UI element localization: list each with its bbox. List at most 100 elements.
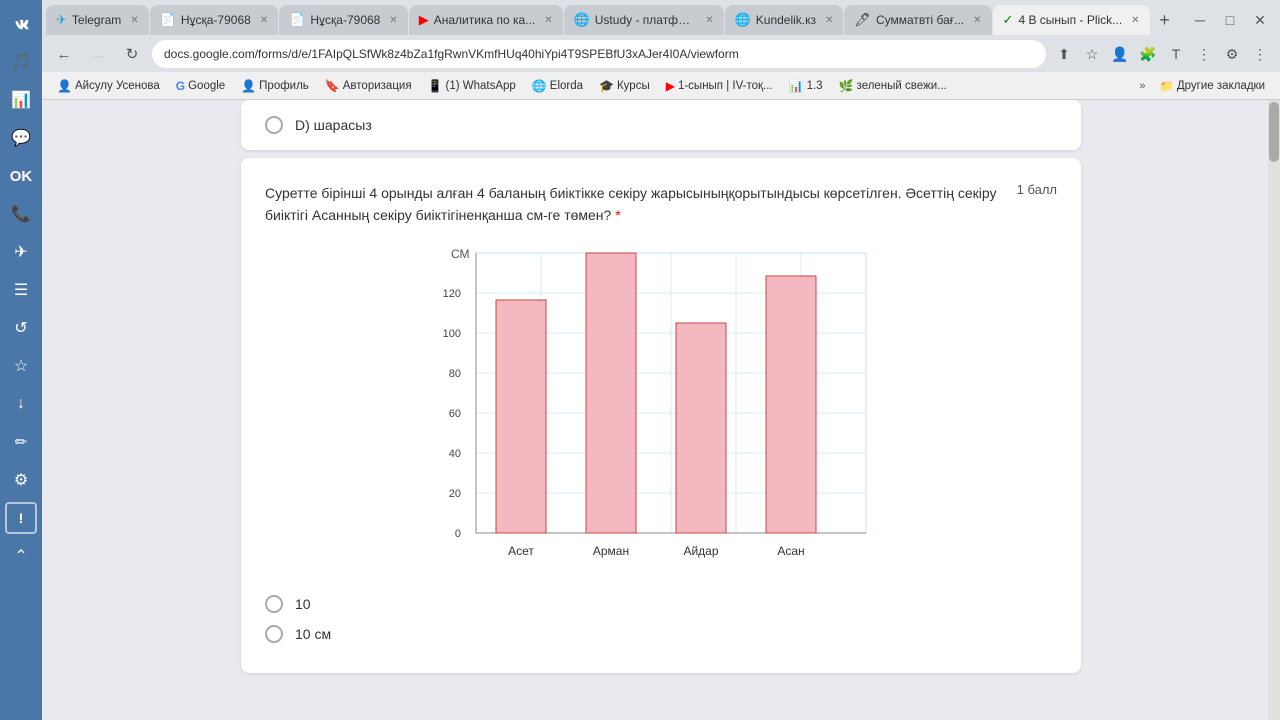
tab-analytics-close[interactable]: ✕: [544, 15, 552, 26]
bookmark-authorization[interactable]: 🔖 Авторизация: [318, 77, 419, 95]
sidebar-vk-icon[interactable]: [5, 8, 37, 40]
bookmark-google[interactable]: G Google: [169, 77, 232, 95]
tab-active-close[interactable]: ✕: [1131, 15, 1139, 26]
tab-telegram-label: Telegram: [72, 13, 121, 27]
profile-icon[interactable]: 👤: [1108, 42, 1132, 66]
bookmark-13-label: 1.3: [807, 80, 823, 92]
option-d-radio[interactable]: [265, 116, 283, 134]
sidebar-warn-icon[interactable]: !: [5, 502, 37, 534]
nuska1-tab-icon: 📄: [160, 12, 176, 28]
question-header: Суретте бірінші 4 орынды алған 4 баланың…: [265, 182, 1057, 227]
tab-summative[interactable]: 🖊 Сумматвті бағ... ✕: [844, 5, 991, 35]
sidebar-ok-icon[interactable]: OK: [5, 160, 37, 192]
svg-text:0: 0: [455, 528, 461, 540]
svg-text:60: 60: [449, 408, 461, 420]
tab-active[interactable]: ✓ 4 В сынып - Plick... ✕: [993, 5, 1150, 35]
menu-icon[interactable]: ⋮: [1248, 42, 1272, 66]
summative-tab-icon: 🖊: [854, 12, 871, 28]
bookmarks-bar: 👤 Айсулу Усенова G Google 👤 Профиль 🔖 Ав…: [42, 72, 1280, 100]
elorda-icon: 🌐: [532, 79, 547, 93]
tab-ustudy[interactable]: 🌐 Ustudy - платфор... ✕: [564, 5, 724, 35]
new-tab-button[interactable]: +: [1151, 6, 1179, 34]
tab-nuska2-close[interactable]: ✕: [389, 15, 397, 26]
sidebar-phone-icon[interactable]: 📞: [5, 198, 37, 230]
reload-button[interactable]: ↻: [118, 40, 146, 68]
tab-kundelik-close[interactable]: ✕: [825, 15, 833, 26]
page-content: D) шарасыз Суретте бірінші 4 орынды алға…: [42, 100, 1280, 720]
address-text: docs.google.com/forms/d/e/1FAIpQLSfWk8z4…: [164, 47, 739, 61]
bookmark-elorda[interactable]: 🌐 Elorda: [525, 77, 590, 95]
answer-row-2: 10 см: [265, 619, 1057, 649]
label-aidar: Айдар: [683, 544, 718, 558]
sidebar-edit-icon[interactable]: ✏: [5, 426, 37, 458]
telegram-tab-icon: ✈: [56, 12, 67, 28]
tab-telegram-close[interactable]: ✕: [130, 15, 138, 26]
restore-button[interactable]: □: [1218, 8, 1242, 32]
settings-icon[interactable]: ⚙: [1220, 42, 1244, 66]
minimize-button[interactable]: ─: [1188, 8, 1212, 32]
tab-telegram[interactable]: ✈ Telegram ✕: [46, 5, 149, 35]
forward-button[interactable]: →: [84, 40, 112, 68]
tab-kundelik[interactable]: 🌐 Kundelik.кз ✕: [725, 5, 844, 35]
translate-icon[interactable]: T: [1164, 42, 1188, 66]
question-card: Суретте бірінші 4 орынды алған 4 баланың…: [241, 158, 1081, 673]
bar-asset: [496, 300, 546, 533]
sidebar-settings-icon[interactable]: ⚙: [5, 464, 37, 496]
google-icon: G: [176, 79, 185, 93]
bookmark-profile[interactable]: 👤 Профиль: [234, 77, 316, 95]
tab-nuska2[interactable]: 📄 Нұсқа-79068 ✕: [279, 5, 408, 35]
bookmark-green[interactable]: 🌿 зеленый свежи...: [832, 77, 954, 95]
address-bar[interactable]: docs.google.com/forms/d/e/1FAIpQLSfWk8z4…: [152, 40, 1046, 68]
sidebar-music-icon[interactable]: 🎵: [5, 46, 37, 78]
sidebar-message-icon[interactable]: 💬: [5, 122, 37, 154]
bookmark-grade1[interactable]: ▶ 1-сынып | IV-тоқ...: [659, 77, 780, 95]
chart-container: СМ 0 20 40 60 80 100 120: [431, 243, 891, 573]
sidebar-download-icon[interactable]: ↓: [5, 388, 37, 420]
scroll-track: [1268, 100, 1280, 720]
toolbar-icons: ⬆ ☆ 👤 🧩 T ⋮ ⚙ ⋮: [1052, 42, 1272, 66]
back-button[interactable]: ←: [50, 40, 78, 68]
bookmark-kursy-label: Курсы: [617, 80, 650, 92]
extension-icon[interactable]: 🧩: [1136, 42, 1160, 66]
sidebar-telegram-icon[interactable]: ✈: [5, 236, 37, 268]
bookmark-icon[interactable]: ☆: [1080, 42, 1104, 66]
close-button[interactable]: ✕: [1248, 8, 1272, 32]
tab-summative-label: Сумматвті бағ...: [876, 13, 964, 27]
bookmarks-more[interactable]: »: [1134, 78, 1150, 94]
bar-chart: СМ 0 20 40 60 80 100 120: [431, 243, 891, 573]
bookmark-kursy[interactable]: 🎓 Курсы: [592, 77, 657, 95]
extensions-icon[interactable]: ⋮: [1192, 42, 1216, 66]
auth-icon: 🔖: [325, 79, 340, 93]
grade13-icon: 📊: [789, 79, 804, 93]
bookmark-whatsapp-label: (1) WhatsApp: [446, 80, 516, 92]
points-badge: 1 балл: [1017, 182, 1057, 197]
sidebar-list-icon[interactable]: ☰: [5, 274, 37, 306]
bookmark-13[interactable]: 📊 1.3: [782, 77, 830, 95]
tab-analytics-label: Аналитика по ка...: [434, 13, 535, 27]
other-bookmarks[interactable]: 📁 Другие закладки: [1153, 77, 1272, 95]
tab-nuska1[interactable]: 📄 Нұсқа-79068 ✕: [150, 5, 279, 35]
sidebar-star-icon[interactable]: ☆: [5, 350, 37, 382]
tab-summative-close[interactable]: ✕: [973, 15, 981, 26]
sidebar-up-icon[interactable]: ⌃: [5, 540, 37, 572]
answer-radio-1[interactable]: [265, 595, 283, 613]
sidebar-refresh-icon[interactable]: ↺: [5, 312, 37, 344]
answer-radio-2[interactable]: [265, 625, 283, 643]
question-text-content: Суретте бірінші 4 орынды алған 4 баланың…: [265, 185, 997, 223]
tab-analytics[interactable]: ▶ Аналитика по ка... ✕: [409, 5, 563, 35]
bookmark-whatsapp[interactable]: 📱 (1) WhatsApp: [421, 77, 523, 95]
tab-kundelik-label: Kundelik.кз: [756, 13, 816, 27]
tab-ustudy-close[interactable]: ✕: [705, 15, 713, 26]
profile-bm-icon: 👤: [241, 79, 256, 93]
answer-options: 10 10 см: [265, 589, 1057, 649]
label-asan: Асан: [777, 544, 804, 558]
tab-nuska1-close[interactable]: ✕: [260, 15, 268, 26]
sidebar-stats-icon[interactable]: 📊: [5, 84, 37, 116]
share-icon[interactable]: ⬆: [1052, 42, 1076, 66]
bookmark-aisulu[interactable]: 👤 Айсулу Усенова: [50, 77, 167, 95]
bookmark-aisulu-label: Айсулу Усенова: [75, 80, 160, 92]
green-icon: 🌿: [839, 79, 854, 93]
bar-asan: [766, 276, 816, 533]
scroll-thumb[interactable]: [1269, 102, 1279, 162]
kursy-icon: 🎓: [599, 79, 614, 93]
